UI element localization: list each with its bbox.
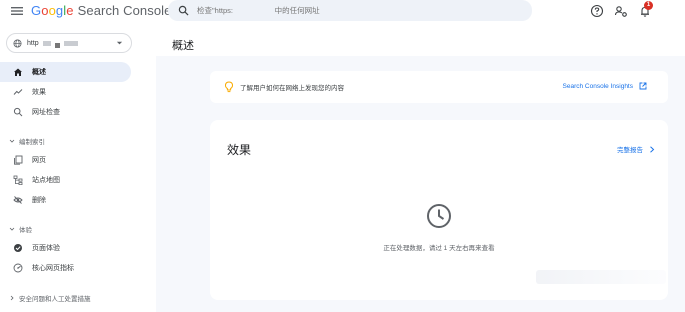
section-label: 编制索引 — [19, 139, 45, 146]
help-icon[interactable] — [590, 4, 604, 18]
processing-message: 正在处理数据，请过 1 天左右再来查看 — [383, 245, 495, 252]
search-input[interactable] — [197, 6, 497, 15]
logo-letter: o — [41, 3, 49, 18]
insights-message: 了解用户如何在网络上发现您的内容 — [240, 85, 344, 92]
search-console-insights-link[interactable]: Search Console Insights — [563, 82, 647, 90]
url-inspection-search — [168, 0, 532, 21]
chevron-down-icon — [116, 41, 123, 45]
product-name: Search Console — [77, 3, 172, 18]
chevron-right-icon — [10, 295, 14, 301]
sidebar-item-label: 页面体验 — [32, 245, 60, 252]
lightbulb-icon — [224, 81, 234, 93]
sitemap-icon — [13, 175, 23, 185]
sidebar-item-performance[interactable]: 效果 — [0, 82, 131, 102]
user-settings-icon[interactable] — [614, 4, 628, 18]
sidebar-item-label: 网址检查 — [32, 109, 60, 116]
sidebar-item-pages[interactable]: 网页 — [0, 150, 131, 170]
sidebar-item-label: 站点地图 — [32, 177, 60, 184]
full-report-link[interactable]: 完整报告 — [617, 144, 655, 154]
app-header: GoogleSearch Console 1 — [0, 0, 685, 24]
sidebar-item-page-experience[interactable]: 页面体验 — [0, 238, 131, 258]
external-link-icon — [639, 82, 647, 90]
sidebar-item-url-inspection[interactable]: 网址检查 — [0, 102, 131, 122]
sidebar-item-removals[interactable]: 删除 — [0, 190, 131, 210]
core-vitals-icon — [13, 263, 23, 273]
sidebar-item-sitemaps[interactable]: 站点地图 — [0, 170, 131, 190]
performance-title: 效果 — [227, 143, 252, 157]
section-label: 体验 — [19, 227, 32, 234]
sidebar-item-label: 核心网页指标 — [32, 265, 74, 272]
sidebar-item-overview[interactable]: 概述 — [0, 62, 131, 82]
section-experience[interactable]: 体验 — [9, 224, 32, 234]
link-label: Search Console Insights — [562, 82, 633, 90]
section-security-manual-actions[interactable]: 安全问题和人工处置措施 — [9, 293, 91, 303]
home-icon — [14, 68, 22, 76]
insights-card: 了解用户如何在网络上发现您的内容 Search Console Insights — [210, 71, 668, 103]
chevron-down-icon — [9, 139, 15, 143]
redacted-text — [54, 43, 60, 48]
search-icon — [13, 107, 23, 117]
redacted-text — [42, 40, 51, 46]
logo-letter: G — [31, 3, 42, 18]
property-url: http — [27, 39, 39, 47]
removal-icon — [13, 196, 23, 204]
section-indexing[interactable]: 编制索引 — [9, 136, 45, 146]
logo-letter: o — [48, 3, 56, 18]
hamburger-menu-icon[interactable] — [10, 4, 24, 18]
redacted-area — [536, 270, 666, 284]
sidebar-item-label: 效果 — [32, 89, 46, 96]
link-label: 完整报告 — [617, 147, 643, 154]
pages-icon — [14, 155, 23, 165]
globe-icon — [13, 38, 22, 48]
notification-badge: 1 — [644, 1, 653, 10]
logo-letter: e — [66, 3, 74, 18]
redacted-text — [63, 40, 78, 46]
sidebar-item-label: 删除 — [32, 197, 46, 204]
page-title: 概述 — [172, 40, 194, 52]
page-experience-icon — [14, 244, 22, 252]
trending-icon — [13, 89, 23, 95]
chevron-right-icon — [650, 145, 655, 153]
sidebar-item-label: 网页 — [32, 157, 46, 164]
search-console-logo[interactable]: Google Search Console — [31, 3, 172, 18]
property-selector[interactable]: http — [6, 33, 132, 53]
sidebar-item-core-web-vitals[interactable]: 核心网页指标 — [0, 258, 131, 278]
section-label: 安全问题和人工处置措施 — [19, 296, 91, 303]
clock-icon — [427, 204, 451, 228]
sidebar-item-label: 概述 — [32, 69, 46, 76]
chevron-down-icon — [9, 227, 15, 231]
search-icon — [178, 5, 189, 16]
